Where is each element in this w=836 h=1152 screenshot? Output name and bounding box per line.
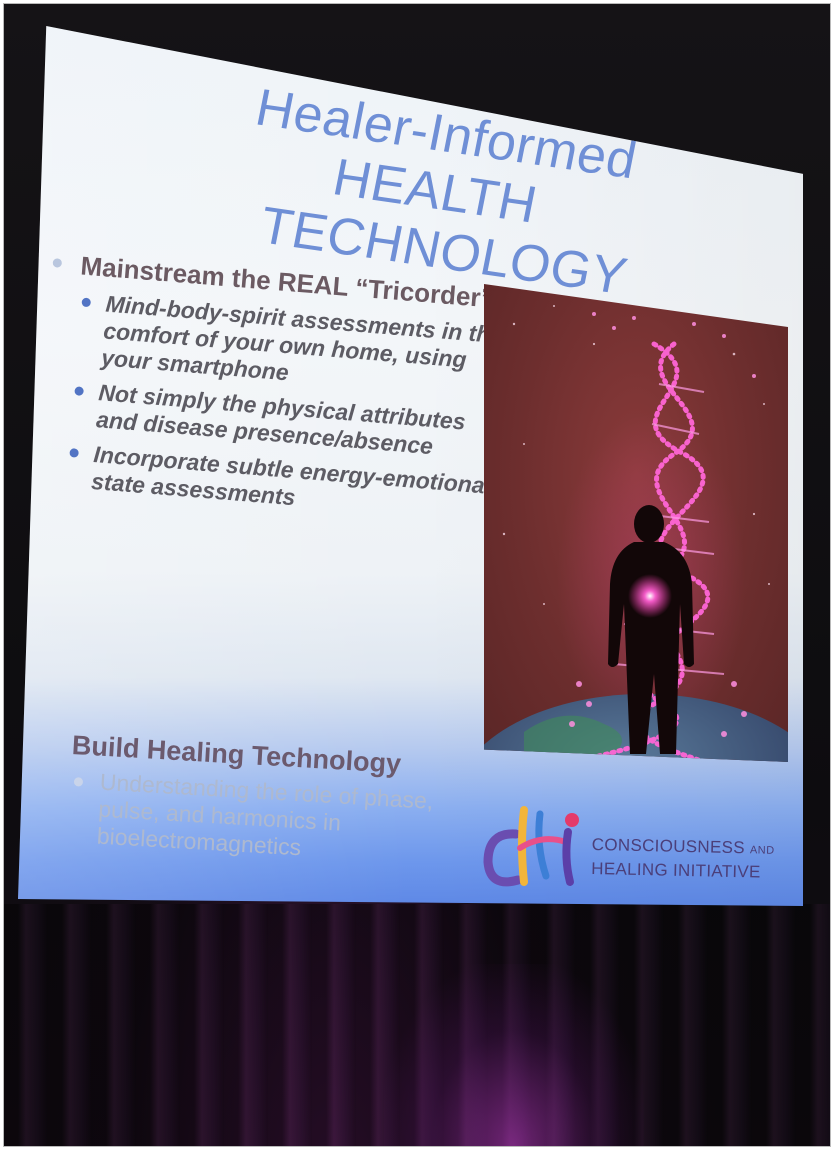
dna-illustration-svg [484, 300, 788, 762]
logo-line-2: HEALING INITIATIVE [591, 858, 761, 882]
section-bullet: Understanding the role of phase, pulse, … [66, 767, 500, 873]
photo-frame: Healer-Informed HEALTH TECHNOLOGY Mainst… [3, 3, 831, 1147]
section-bullet-text: Understanding the role of phase, pulse, … [96, 768, 434, 861]
second-section: Build Healing Technology Understanding t… [66, 729, 502, 873]
heart-glow [628, 574, 672, 618]
logo-organization-name: CONSCIOUSNESS AND HEALING INITIATIVE [591, 834, 775, 884]
bullet-list: Mainstream the REAL “Tricorder” Mind-bod… [33, 248, 511, 527]
bullet-dot [74, 386, 84, 396]
bullet-dot [81, 297, 92, 308]
bullet-dot [69, 448, 79, 458]
presentation-slide: Healer-Informed HEALTH TECHNOLOGY Mainst… [18, 26, 803, 906]
chi-logo-mark [483, 806, 579, 887]
chi-logo: CONSCIOUSNESS AND HEALING INITIATIVE [470, 784, 790, 894]
logo-line-1-suffix: AND [749, 844, 775, 857]
bullet-dot [52, 258, 63, 268]
bullet-dot [73, 777, 84, 787]
dna-human-illustration [484, 284, 788, 762]
logo-line-1: CONSCIOUSNESS [591, 834, 746, 858]
projection-screen: Healer-Informed HEALTH TECHNOLOGY Mainst… [4, 4, 830, 1146]
